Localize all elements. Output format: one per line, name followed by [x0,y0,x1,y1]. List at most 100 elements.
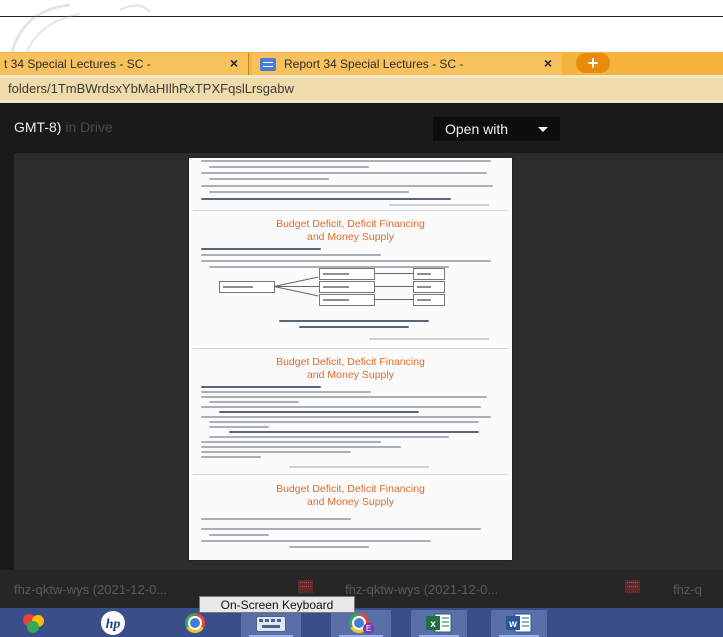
text-line [201,396,487,398]
text-line [209,421,479,423]
text-line [201,160,491,162]
document-icon [260,57,276,71]
downloads-bar: fhz-qktw-wys (2021-12-0... fhz-qktw-wys … [0,570,723,608]
diagram-box [319,294,375,306]
chevron-down-icon [538,127,548,132]
diagram-box [219,281,275,293]
excel-icon: x [426,613,452,633]
slide-title-line-2: and Money Supply [307,369,394,381]
close-tab-icon[interactable]: × [230,55,238,71]
diagram-arrow [273,286,319,297]
pdf-file-icon [298,580,313,593]
diagram-arrow [375,299,413,300]
viewer-title: GMT-8) in Drive [14,119,113,135]
colorful-app-icon [23,614,44,633]
text-line [299,326,409,328]
document-page[interactable]: Budget Deficit, Deficit Financing and Mo… [189,158,512,560]
text-line [201,260,491,262]
slide-footer [289,466,429,468]
viewer-left-edge [0,153,14,570]
word-icon: w [506,613,532,633]
text-line [201,451,351,453]
text-line [209,401,299,403]
close-tab-icon[interactable]: × [544,55,552,71]
text-line [279,320,429,322]
text-line [201,198,451,200]
text-line [209,426,269,428]
text-line [229,431,479,433]
svg-text:w: w [508,619,517,630]
diagram-box [413,294,445,306]
keyboard-icon [256,616,286,632]
slide-separator [193,210,508,211]
windows-taskbar: hp E x w [0,608,723,637]
text-line [201,518,351,520]
text-line [201,441,381,443]
url-text: folders/1TmBWrdsxYbMaHIlhRxTPXFqslLrsgab… [8,81,294,96]
keyboard-tooltip: On-Screen Keyboard [199,596,355,613]
tab-title: t 34 Special Lectures - SC - [4,57,151,71]
taskbar-word-button[interactable]: w [491,610,547,637]
text-line [201,446,401,448]
text-line [209,178,329,180]
text-line [201,406,481,408]
text-line [201,540,431,542]
diagram-arrow [375,273,413,274]
diagram-arrow [375,286,413,287]
svg-text:x: x [430,619,436,630]
text-line [201,391,371,393]
profile-badge: E [363,623,374,634]
taskbar-chrome-profile-button[interactable]: E [331,610,391,637]
taskbar-hp-button[interactable]: hp [84,610,142,637]
text-line [209,166,369,168]
svg-text:hp: hp [106,617,121,632]
viewer-header: GMT-8) in Drive Open with [0,103,723,153]
hp-logo-icon: hp [101,611,125,635]
browser-tab-2[interactable]: Report 34 Special Lectures - SC - × [252,53,562,75]
file-title-text: GMT-8) [14,119,62,135]
text-line [201,172,487,174]
text-line [201,456,261,458]
url-field[interactable]: folders/1TmBWrdsxYbMaHIlhRxTPXFqslLrsgab… [0,78,723,100]
open-with-label: Open with [445,121,509,137]
address-bar: folders/1TmBWrdsxYbMaHIlhRxTPXFqslLrsgab… [0,75,723,103]
chrome-icon [185,613,205,633]
tab-title: Report 34 Special Lectures - SC - [284,57,464,71]
diagram-box [319,281,375,293]
file-title-ghost-text: in Drive [65,119,113,135]
slide-separator [193,348,508,349]
taskbar-app-button[interactable] [18,610,50,637]
download-item[interactable]: fhz-qktw-wys (2021-12-0... [345,582,498,597]
slide-title-line-1: Budget Deficit, Deficit Financing [276,356,425,368]
text-line [209,436,449,438]
slide-title-line-2: and Money Supply [307,496,394,508]
text-line [209,534,269,536]
new-tab-button[interactable]: + [576,53,610,73]
screen: t 34 Special Lectures - SC - × Report 34… [0,0,723,637]
text-line [219,411,419,413]
text-line [201,254,381,256]
taskbar-chrome-button[interactable] [165,610,225,637]
slide-footer [389,204,489,206]
text-line [201,248,321,250]
slide-title-line-2: and Money Supply [307,231,394,243]
text-line [201,416,491,418]
text-line [289,546,369,548]
pdf-file-icon [625,580,640,593]
diagram-box [413,281,445,293]
download-item[interactable]: fhz-q [673,582,702,597]
slide-title-line-1: Budget Deficit, Deficit Financing [276,483,425,495]
diagram-box [319,268,375,280]
slide-title-line-1: Budget Deficit, Deficit Financing [276,218,425,230]
text-line [201,386,321,388]
slide-separator [193,474,508,475]
browser-tab-1[interactable]: t 34 Special Lectures - SC - × [0,53,249,75]
text-line [201,528,481,530]
browser-tab-strip: t 34 Special Lectures - SC - × Report 34… [0,52,723,75]
diagram-box [413,268,445,280]
open-with-button[interactable]: Open with [433,117,560,141]
taskbar-keyboard-button[interactable] [241,610,301,637]
download-item[interactable]: fhz-qktw-wys (2021-12-0... [14,582,167,597]
taskbar-excel-button[interactable]: x [411,610,467,637]
text-line [201,185,493,187]
